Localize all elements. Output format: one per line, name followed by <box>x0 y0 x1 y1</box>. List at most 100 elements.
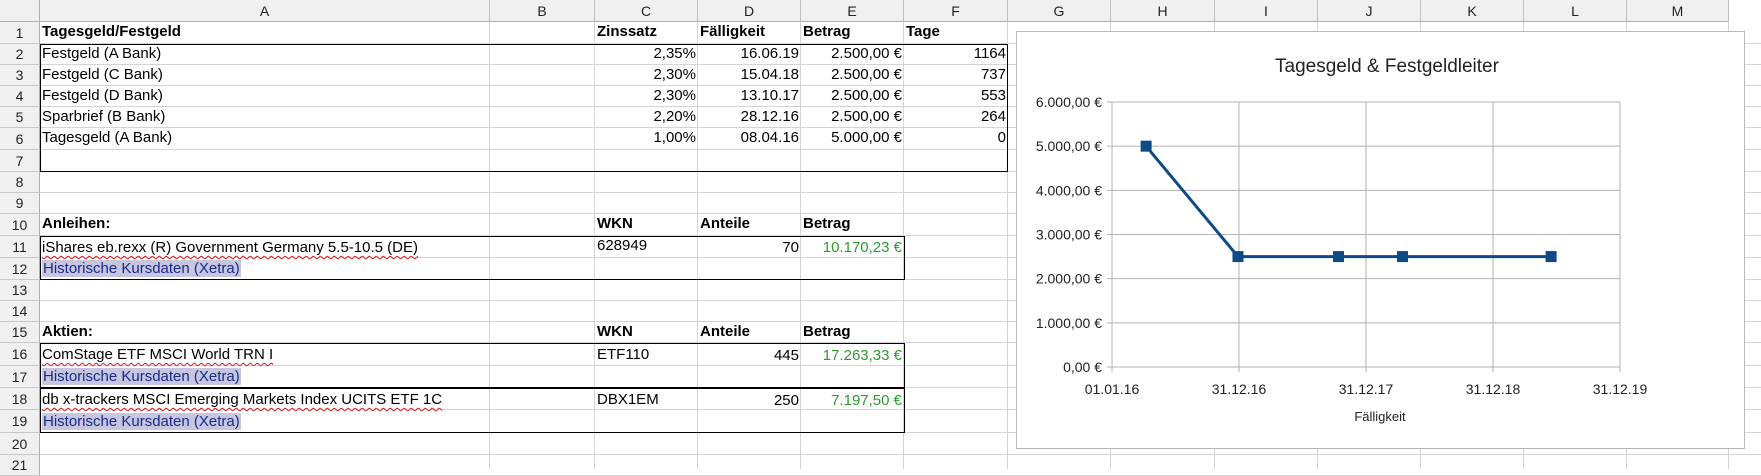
x-tick-label: 31.12.17 <box>1339 381 1394 397</box>
deposit-amount[interactable]: 2.500,00 € <box>801 107 904 127</box>
s2-col-shares[interactable]: Anteile <box>698 214 752 234</box>
y-tick-label: 4.000,00 € <box>1036 182 1102 198</box>
column-header-J[interactable]: J <box>1318 0 1421 22</box>
deposit-days[interactable]: 1164 <box>904 44 1008 64</box>
row-header-10[interactable]: 10 <box>0 214 40 236</box>
stock1-shares[interactable]: 445 <box>698 346 801 366</box>
stock2-amount[interactable]: 7.197,50 € <box>801 391 904 411</box>
stock2-shares[interactable]: 250 <box>698 391 801 411</box>
x-tick-label: 31.12.19 <box>1593 381 1648 397</box>
s2-col-wkn[interactable]: WKN <box>595 214 635 234</box>
s2-col-amount[interactable]: Betrag <box>801 214 853 234</box>
deposit-rate[interactable]: 2,35% <box>595 44 698 64</box>
deposit-days[interactable]: 264 <box>904 107 1008 127</box>
column-header-I[interactable]: I <box>1215 0 1318 22</box>
deposit-due[interactable]: 08.04.16 <box>698 128 801 148</box>
deposit-name[interactable]: Sparbrief (B Bank) <box>40 107 167 127</box>
column-header-G[interactable]: G <box>1008 0 1111 22</box>
line-chart: Tagesgeld & Festgeldleiter Fälligkeit 0,… <box>1036 56 1648 424</box>
stock1-wkn[interactable]: ETF110 <box>595 345 651 365</box>
deposit-days[interactable]: 553 <box>904 86 1008 106</box>
column-header-H[interactable]: H <box>1111 0 1215 22</box>
row-header-12[interactable]: 12 <box>0 258 40 280</box>
deposit-rate[interactable]: 2,30% <box>595 86 698 106</box>
row-header-9[interactable]: 9 <box>0 193 40 214</box>
column-header-B[interactable]: B <box>490 0 595 22</box>
deposit-rate[interactable]: 2,20% <box>595 107 698 127</box>
section1-header[interactable]: Tagesgeld/Festgeld <box>40 22 490 42</box>
chart-object[interactable]: Tagesgeld & Festgeldleiter Fälligkeit 0,… <box>1016 31 1745 449</box>
col-rate-header[interactable]: Zinssatz <box>595 22 659 42</box>
deposit-days[interactable]: 737 <box>904 65 1008 85</box>
row-header-21[interactable]: 21 <box>0 455 40 476</box>
row-header-18[interactable]: 18 <box>0 388 40 410</box>
deposit-due[interactable]: 16.06.19 <box>698 44 801 64</box>
s3-col-shares[interactable]: Anteile <box>698 322 752 342</box>
s3-col-wkn[interactable]: WKN <box>595 322 635 342</box>
select-all-corner[interactable] <box>0 0 40 22</box>
bond-amount[interactable]: 10.170,23 € <box>801 238 904 258</box>
column-header-A[interactable]: A <box>40 0 490 22</box>
row-header-15[interactable]: 15 <box>0 322 40 343</box>
bond-shares[interactable]: 70 <box>698 238 801 258</box>
deposit-due[interactable]: 28.12.16 <box>698 107 801 127</box>
row-header-17[interactable]: 17 <box>0 366 40 388</box>
bond-wkn[interactable]: 628949 <box>595 236 649 256</box>
y-tick-label: 6.000,00 € <box>1036 94 1102 110</box>
deposit-days[interactable]: 0 <box>904 128 1008 148</box>
row-header-13[interactable]: 13 <box>0 280 40 301</box>
row-header-7[interactable]: 7 <box>0 150 40 172</box>
row-header-16[interactable]: 16 <box>0 343 40 366</box>
x-tick-label: 31.12.16 <box>1212 381 1267 397</box>
bond-link[interactable]: Historische Kursdaten (Xetra) <box>40 259 243 279</box>
column-header-M[interactable]: M <box>1627 0 1729 22</box>
row-header-19[interactable]: 19 <box>0 410 40 433</box>
column-header-D[interactable]: D <box>698 0 801 22</box>
row-header-2[interactable]: 2 <box>0 44 40 65</box>
column-header-K[interactable]: K <box>1421 0 1524 22</box>
y-tick-label: 2.000,00 € <box>1036 271 1102 287</box>
stock1-link-text: Historische Kursdaten (Xetra) <box>42 368 241 385</box>
deposit-name[interactable]: Tagesgeld (A Bank) <box>40 128 174 148</box>
deposit-due[interactable]: 13.10.17 <box>698 86 801 106</box>
row-header-11[interactable]: 11 <box>0 236 40 258</box>
row-header-8[interactable]: 8 <box>0 172 40 193</box>
row-header-3[interactable]: 3 <box>0 65 40 86</box>
column-header-C[interactable]: C <box>595 0 698 22</box>
deposit-amount[interactable]: 2.500,00 € <box>801 86 904 106</box>
col-due-header[interactable]: Fälligkeit <box>698 22 767 42</box>
deposit-amount[interactable]: 2.500,00 € <box>801 65 904 85</box>
row-header-6[interactable]: 6 <box>0 128 40 150</box>
section3-header[interactable]: Aktien: <box>40 322 95 342</box>
stock2-link[interactable]: Historische Kursdaten (Xetra) <box>40 412 243 432</box>
s3-col-amount[interactable]: Betrag <box>801 322 853 342</box>
col-amount-header[interactable]: Betrag <box>801 22 853 42</box>
deposit-due[interactable]: 15.04.18 <box>698 65 801 85</box>
deposit-rate[interactable]: 1,00% <box>595 128 698 148</box>
data-point <box>1545 251 1557 263</box>
stock2-name[interactable]: db x-trackers MSCI Emerging Markets Inde… <box>40 390 444 410</box>
stock1-amount[interactable]: 17.263,33 € <box>801 346 904 366</box>
col-days-header[interactable]: Tage <box>904 22 942 42</box>
column-header-L[interactable]: L <box>1524 0 1627 22</box>
bond-name-text: iShares eb.rexx (R) Government Germany 5… <box>42 239 418 256</box>
row-header-5[interactable]: 5 <box>0 107 40 128</box>
row-header-4[interactable]: 4 <box>0 86 40 107</box>
deposit-amount[interactable]: 2.500,00 € <box>801 44 904 64</box>
stock1-link[interactable]: Historische Kursdaten (Xetra) <box>40 367 243 387</box>
row-header-1[interactable]: 1 <box>0 22 40 44</box>
deposit-amount[interactable]: 5.000,00 € <box>801 128 904 148</box>
column-header-F[interactable]: F <box>904 0 1008 22</box>
deposit-name[interactable]: Festgeld (D Bank) <box>40 86 165 106</box>
column-header-E[interactable]: E <box>801 0 904 22</box>
row-header-20[interactable]: 20 <box>0 433 40 455</box>
chart-xlabel: Fälligkeit <box>1354 409 1406 424</box>
deposit-rate[interactable]: 2,30% <box>595 65 698 85</box>
stock1-name[interactable]: ComStage ETF MSCI World TRN I <box>40 345 275 365</box>
deposit-name[interactable]: Festgeld (C Bank) <box>40 65 165 85</box>
bond-name[interactable]: iShares eb.rexx (R) Government Germany 5… <box>40 238 420 258</box>
row-header-14[interactable]: 14 <box>0 301 40 322</box>
section2-header[interactable]: Anleihen: <box>40 214 112 234</box>
deposit-name[interactable]: Festgeld (A Bank) <box>40 44 163 64</box>
stock2-wkn[interactable]: DBX1EM <box>595 390 661 410</box>
